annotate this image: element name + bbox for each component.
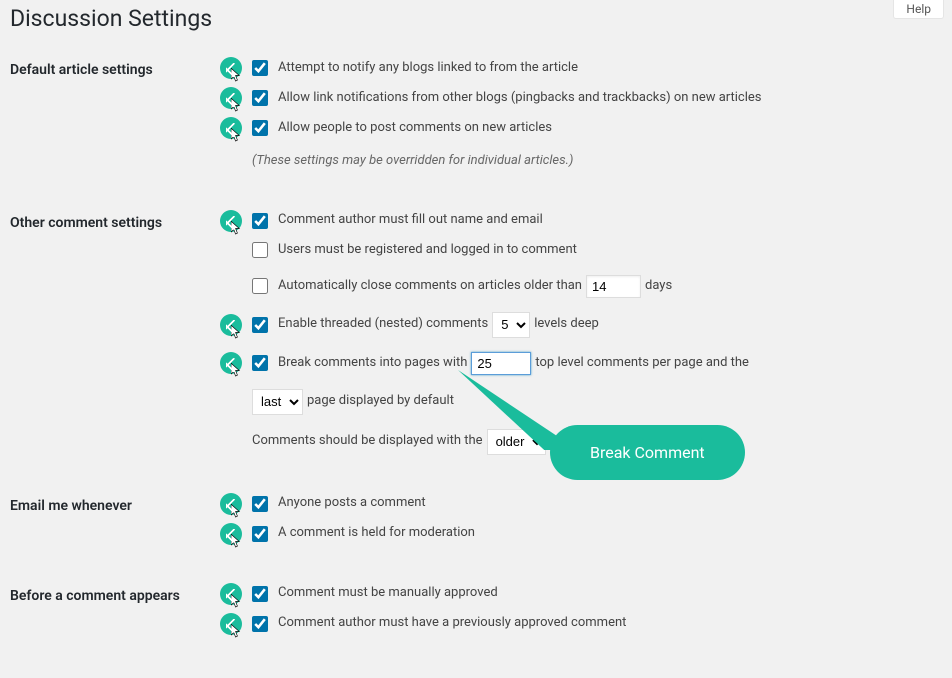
settings-table: Default article settings Attempt to noti… <box>10 42 937 658</box>
anyone-posts-checkbox[interactable] <box>252 496 268 512</box>
override-hint: (These settings may be overridden for in… <box>252 151 573 172</box>
manual-approve-checkbox[interactable] <box>252 586 268 602</box>
threaded-pre-label: Enable threaded (nested) comments <box>278 314 488 335</box>
require-registered-label: Users must be registered and logged in t… <box>278 240 577 261</box>
prev-approved-checkbox[interactable] <box>252 616 268 632</box>
annotation-badge <box>220 523 242 545</box>
page-title: Discussion Settings <box>10 0 937 42</box>
default-page-select[interactable]: last <box>252 389 303 415</box>
require-registered-checkbox[interactable] <box>252 242 268 258</box>
manual-approve-label: Comment must be manually approved <box>278 583 498 604</box>
threaded-post-label: levels deep <box>534 314 599 335</box>
prev-approved-label: Comment author must have a previously ap… <box>278 613 626 634</box>
help-tab[interactable]: Help <box>893 0 944 19</box>
require-name-email-label: Comment author must fill out name and em… <box>278 210 543 231</box>
held-moderation-checkbox[interactable] <box>252 526 268 542</box>
section-heading-email-me: Email me whenever <box>10 478 210 568</box>
allow-pingbacks-label: Allow link notifications from other blog… <box>278 88 762 109</box>
allow-pingbacks-checkbox[interactable] <box>252 90 268 106</box>
break-pages-value-input[interactable] <box>471 352 531 375</box>
break-pages-pre-label: Break comments into pages with <box>278 353 467 374</box>
order-post-label: co <box>550 431 564 452</box>
default-page-post-label: page displayed by default <box>307 391 454 412</box>
threaded-levels-select[interactable]: 5 <box>492 312 530 338</box>
annotation-badge <box>220 210 242 232</box>
section-heading-before-comment: Before a comment appears <box>10 568 210 658</box>
held-moderation-label: A comment is held for moderation <box>278 523 475 544</box>
order-pre-label: Comments should be displayed with the <box>252 431 483 452</box>
threaded-checkbox[interactable] <box>252 317 268 333</box>
allow-comments-checkbox[interactable] <box>252 120 268 136</box>
notify-blogs-checkbox[interactable] <box>252 60 268 76</box>
annotation-badge <box>220 352 242 374</box>
anyone-posts-label: Anyone posts a comment <box>278 493 426 514</box>
break-pages-checkbox[interactable] <box>252 355 268 371</box>
auto-close-days-input[interactable] <box>586 275 641 298</box>
annotation-badge <box>220 117 242 139</box>
auto-close-checkbox[interactable] <box>252 278 268 294</box>
auto-close-pre-label: Automatically close comments on articles… <box>278 276 582 297</box>
annotation-badge <box>220 87 242 109</box>
annotation-badge <box>220 583 242 605</box>
section-heading-other-comment: Other comment settings <box>10 195 210 478</box>
annotation-badge <box>220 613 242 635</box>
annotation-badge <box>220 57 242 79</box>
break-pages-post-label: top level comments per page and the <box>535 353 749 374</box>
notify-blogs-label: Attempt to notify any blogs linked to fr… <box>278 58 578 79</box>
auto-close-post-label: days <box>645 276 672 297</box>
allow-comments-label: Allow people to post comments on new art… <box>278 118 552 139</box>
require-name-email-checkbox[interactable] <box>252 213 268 229</box>
annotation-badge <box>220 314 242 336</box>
annotation-badge <box>220 493 242 515</box>
section-heading-default-article: Default article settings <box>10 42 210 195</box>
order-select[interactable]: older <box>487 429 546 455</box>
